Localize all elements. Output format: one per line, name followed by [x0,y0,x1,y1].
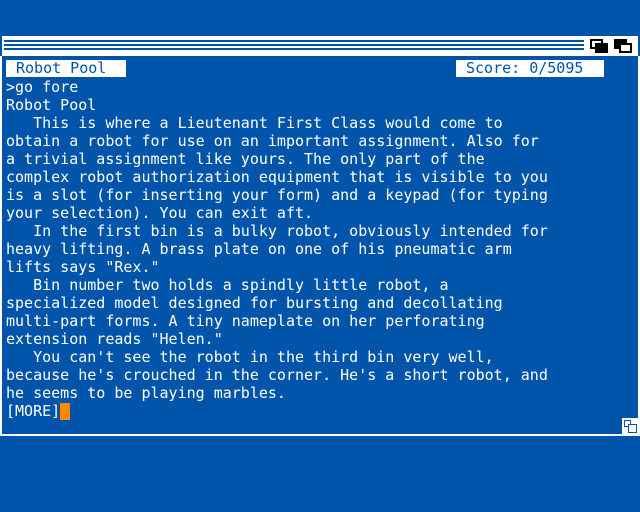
game-window: Robot Pool Score: 0/5095 >go fore Robot … [0,56,640,436]
transcript-line: Bin number two holds a spindly little ro… [6,276,449,294]
title-stripes [4,40,584,52]
score-display: Score: 0/5095 [456,60,604,77]
transcript-line: Robot Pool [6,96,97,114]
depth-back-icon[interactable] [588,38,610,54]
depth-gadgets [586,36,638,56]
transcript: >go fore Robot Pool This is where a Lieu… [6,78,636,420]
more-prompt-line[interactable]: [MORE] [6,402,636,420]
transcript-line: a trivial assignment like yours. The onl… [6,150,485,168]
resize-icon[interactable] [622,418,638,434]
location-name: Robot Pool [6,60,126,77]
text-cursor [60,403,71,420]
transcript-line: >go fore [6,78,79,96]
transcript-line: complex robot authorization equipment th… [6,168,548,186]
transcript-line: multi-part forms. A tiny nameplate on he… [6,312,485,330]
resize-square-large [628,424,637,433]
transcript-line: In the first bin is a bulky robot, obvio… [6,222,548,240]
transcript-line: he seems to be playing marbles. [6,384,286,402]
transcript-line: extension reads "Helen." [6,330,223,348]
amiga-screen: Robot Pool Score: 0/5095 >go fore Robot … [0,0,640,512]
transcript-line: your selection). You can exit aft. [6,204,314,222]
transcript-line: heavy lifting. A brass plate on one of h… [6,240,512,258]
depth-front-icon[interactable] [612,38,634,54]
depth-front-square-front [619,43,632,53]
window-drag-bar[interactable] [2,36,586,56]
more-prompt[interactable]: [MORE] [6,402,60,420]
transcript-line: This is where a Lieutenant First Class w… [6,114,503,132]
transcript-line: because he's crouched in the corner. He'… [6,366,548,384]
transcript-line: specialized model designed for bursting … [6,294,503,312]
transcript-line: lifts says "Rex." [6,258,160,276]
depth-back-square-rear [595,43,608,53]
transcript-line: You can't see the robot in the third bin… [6,348,494,366]
transcript-line: is a slot (for inserting your form) and … [6,186,548,204]
transcript-line: obtain a robot for use on an important a… [6,132,539,150]
